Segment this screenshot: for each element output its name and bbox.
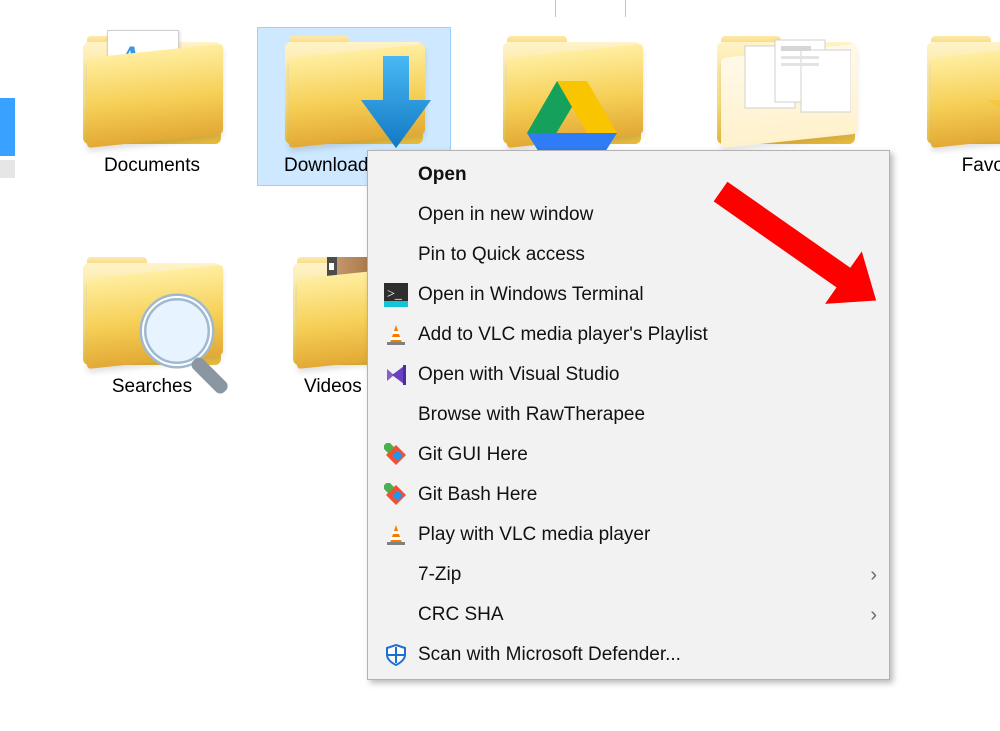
terminal-icon: >_	[380, 283, 412, 307]
menu-item-git-gui[interactable]: Git GUI Here	[370, 435, 887, 475]
menu-item-label: Scan with Microsoft Defender...	[412, 644, 877, 666]
menu-item-label: CRC SHA	[412, 604, 870, 626]
menu-item-label: Git GUI Here	[412, 444, 877, 466]
menu-item-crc-sha[interactable]: CRC SHA›	[370, 595, 887, 635]
git-icon	[380, 443, 412, 467]
folder-item-googledrive[interactable]	[484, 36, 660, 151]
folder-item-dropbox[interactable]	[698, 36, 874, 151]
git-icon	[380, 483, 412, 507]
explorer-viewport: A Documents Downloads	[0, 0, 1000, 731]
papers-icon	[741, 36, 851, 114]
folder-item-searches[interactable]: Searches	[64, 257, 240, 398]
vlc-icon	[380, 523, 412, 547]
menu-item-label: Browse with RawTherapee	[412, 404, 877, 426]
left-edge-strip	[0, 160, 15, 178]
chevron-right-icon: ›	[870, 564, 877, 587]
menu-item-vlc-play[interactable]: Play with VLC media player	[370, 515, 887, 555]
menu-item-git-bash[interactable]: Git Bash Here	[370, 475, 887, 515]
folder-label: Documents	[64, 155, 240, 177]
menu-item-7zip[interactable]: 7-Zip›	[370, 555, 887, 595]
menu-item-label: 7-Zip	[412, 564, 870, 586]
folder-item-favourites[interactable]: Favourit	[908, 36, 1000, 177]
defender-icon	[380, 643, 412, 667]
menu-item-rawtherapee[interactable]: Browse with RawTherapee	[370, 395, 887, 435]
menu-item-label: Open with Visual Studio	[412, 364, 877, 386]
google-drive-icon	[527, 81, 617, 157]
svg-text:>_: >_	[387, 287, 403, 302]
vs-icon	[380, 363, 412, 387]
menu-item-vlc-playlist[interactable]: Add to VLC media player's Playlist	[370, 315, 887, 355]
download-arrow-icon	[355, 56, 437, 152]
vlc-icon	[380, 323, 412, 347]
menu-item-defender[interactable]: Scan with Microsoft Defender...	[370, 635, 887, 675]
star-icon	[987, 70, 1000, 152]
left-edge-strip	[0, 98, 15, 156]
ribbon-divider	[625, 0, 626, 17]
ribbon-divider	[555, 0, 556, 17]
menu-item-label: Add to VLC media player's Playlist	[412, 324, 877, 346]
folder-label: Favourit	[908, 155, 1000, 177]
menu-item-visual-studio[interactable]: Open with Visual Studio	[370, 355, 887, 395]
chevron-right-icon: ›	[870, 604, 877, 627]
menu-item-label: Play with VLC media player	[412, 524, 877, 546]
menu-item-label: Git Bash Here	[412, 484, 877, 506]
magnifier-icon	[137, 291, 245, 399]
folder-item-documents[interactable]: A Documents	[64, 36, 240, 177]
